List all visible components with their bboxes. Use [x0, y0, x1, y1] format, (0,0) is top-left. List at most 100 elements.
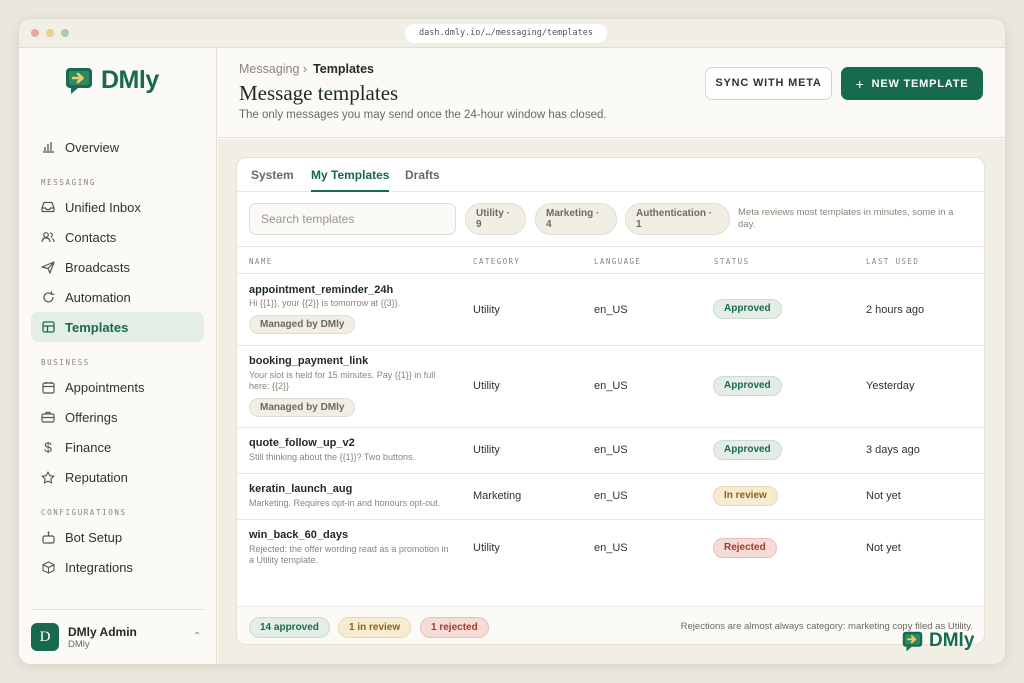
- column-header-last-used[interactable]: LAST USED: [866, 257, 919, 266]
- template-description: Hi {{1}}, your {{2}} is tomorrow at {{3}…: [249, 298, 401, 308]
- template-last-used: 3 days ago: [866, 444, 920, 456]
- app-window: dash.dmly.io/…/messaging/templates DMly …: [19, 19, 1005, 664]
- brand-logo-icon: [66, 67, 92, 94]
- nav-reputation[interactable]: Reputation: [31, 462, 204, 492]
- nav-offerings-label: Offerings: [65, 409, 118, 425]
- breadcrumb-current: Templates: [313, 62, 374, 76]
- refresh-icon: [41, 290, 55, 304]
- nav-integrations[interactable]: Integrations: [31, 552, 204, 582]
- template-name[interactable]: appointment_reminder_24h: [249, 284, 393, 296]
- tab-bar: System My Templates Drafts: [237, 158, 984, 192]
- filter-chip-marketing[interactable]: Marketing · 4: [535, 203, 617, 235]
- rejected-count-badge[interactable]: 1 rejected: [420, 617, 489, 638]
- template-name[interactable]: keratin_launch_aug: [249, 483, 352, 495]
- user-name: DMly Admin: [68, 625, 137, 639]
- search-input[interactable]: [249, 203, 456, 235]
- close-window-button[interactable]: [31, 29, 39, 37]
- template-description: Marketing. Requires opt-in and honours o…: [249, 498, 441, 508]
- nav-bot-setup[interactable]: Bot Setup: [31, 522, 204, 552]
- column-header-name[interactable]: NAME: [249, 257, 273, 266]
- nav-appointments[interactable]: Appointments: [31, 372, 204, 402]
- template-category: Utility: [473, 304, 500, 316]
- dollar-icon: $: [44, 439, 52, 455]
- avatar: D: [31, 623, 59, 651]
- minimize-window-button[interactable]: [46, 29, 54, 37]
- nav-contacts[interactable]: Contacts: [31, 222, 204, 252]
- bar-chart-icon: [41, 140, 55, 154]
- sync-with-meta-button[interactable]: SYNC WITH META: [705, 67, 832, 100]
- filter-chip-authentication-count: 1: [636, 219, 642, 230]
- template-description: Rejected: the offer wording read as a pr…: [249, 544, 449, 565]
- template-last-used: Not yet: [866, 542, 901, 554]
- bot-icon: [41, 530, 55, 544]
- template-last-used: Yesterday: [866, 380, 915, 392]
- maximize-window-button[interactable]: [61, 29, 69, 37]
- inbox-icon: [41, 200, 55, 214]
- filter-chip-utility-label: Utility ·: [476, 208, 510, 219]
- calendar-icon: [41, 380, 55, 394]
- cube-icon: [41, 560, 55, 574]
- column-header-language[interactable]: LANGUAGE: [594, 257, 641, 266]
- table-header: NAME CATEGORY LANGUAGE STATUS LAST USED: [237, 246, 984, 274]
- filter-chip-authentication-label: Authentication ·: [636, 208, 713, 219]
- url-bar[interactable]: dash.dmly.io/…/messaging/templates: [405, 24, 607, 43]
- nav-overview[interactable]: Overview: [31, 132, 204, 162]
- nav-broadcasts-label: Broadcasts: [65, 259, 131, 275]
- nav-appointments-label: Appointments: [65, 379, 145, 395]
- table-row[interactable]: appointment_reminder_24h Hi {{1}}, your …: [237, 274, 984, 346]
- nav-unified-inbox[interactable]: Unified Inbox: [31, 192, 204, 222]
- template-name[interactable]: win_back_60_days: [249, 529, 348, 541]
- nav-finance[interactable]: $ Finance: [31, 432, 204, 462]
- managed-badge: Managed by DMly: [249, 315, 356, 334]
- new-template-button[interactable]: + NEW TEMPLATE: [841, 67, 983, 100]
- template-category: Utility: [473, 380, 500, 392]
- sidebar: DMly Overview MESSAGING Unified Inbox Co…: [19, 48, 217, 664]
- status-badge: Approved: [713, 376, 782, 396]
- nav-templates[interactable]: Templates: [31, 312, 204, 342]
- filter-chip-authentication[interactable]: Authentication · 1: [625, 203, 730, 235]
- in-review-count-badge[interactable]: 1 in review: [338, 617, 412, 638]
- template-name[interactable]: booking_payment_link: [249, 355, 368, 367]
- table-row[interactable]: quote_follow_up_v2 Still thinking about …: [237, 428, 984, 474]
- template-language: en_US: [594, 380, 628, 392]
- templates-icon: [41, 320, 55, 334]
- browser-titlebar: dash.dmly.io/…/messaging/templates: [19, 19, 1005, 48]
- page-header: Messaging › Templates Message templates T…: [218, 48, 1005, 138]
- nav-bot-setup-label: Bot Setup: [65, 529, 123, 545]
- brand-watermark: DMly: [902, 630, 974, 652]
- tab-system[interactable]: System: [251, 168, 294, 190]
- table-row[interactable]: booking_payment_link Your slot is held f…: [237, 346, 984, 428]
- column-header-status[interactable]: STATUS: [714, 257, 750, 266]
- brand-logo[interactable]: DMly: [65, 66, 159, 95]
- status-badge: In review: [713, 486, 778, 506]
- column-header-category[interactable]: CATEGORY: [473, 257, 520, 266]
- approved-count-badge[interactable]: 14 approved: [249, 617, 330, 638]
- breadcrumb-parent[interactable]: Messaging ›: [239, 62, 307, 76]
- nav-offerings[interactable]: Offerings: [31, 402, 204, 432]
- template-last-used: Not yet: [866, 490, 901, 502]
- nav-templates-label: Templates: [65, 319, 129, 335]
- status-badge: Rejected: [713, 538, 777, 558]
- template-description: Still thinking about the {{1}}? Two butt…: [249, 452, 415, 462]
- template-name[interactable]: quote_follow_up_v2: [249, 437, 355, 449]
- filter-chip-utility[interactable]: Utility · 9: [465, 203, 526, 235]
- template-category: Utility: [473, 444, 500, 456]
- chevron-updown-icon[interactable]: ⌃: [193, 631, 201, 642]
- templates-card: System My Templates Drafts Utility · 9 M…: [236, 157, 985, 645]
- nav-broadcasts[interactable]: Broadcasts: [31, 252, 204, 282]
- status-badge: Approved: [713, 299, 782, 319]
- table-row[interactable]: keratin_launch_aug Marketing. Requires o…: [237, 474, 984, 520]
- briefcase-icon: [41, 410, 55, 424]
- nav-finance-label: Finance: [65, 439, 112, 455]
- table-row[interactable]: win_back_60_days Rejected: the offer wor…: [237, 520, 984, 578]
- tab-drafts[interactable]: Drafts: [405, 168, 440, 190]
- template-category: Utility: [473, 542, 500, 554]
- tab-my-templates[interactable]: My Templates: [311, 168, 390, 192]
- nav-integrations-label: Integrations: [65, 559, 133, 575]
- filter-chip-utility-count: 9: [476, 219, 482, 230]
- nav-unified-inbox-label: Unified Inbox: [65, 199, 141, 215]
- nav-automation[interactable]: Automation: [31, 282, 204, 312]
- filter-chip-marketing-label: Marketing ·: [546, 208, 600, 219]
- send-icon: [41, 260, 55, 274]
- user-menu[interactable]: D DMly Admin DMly ⌃: [31, 609, 205, 659]
